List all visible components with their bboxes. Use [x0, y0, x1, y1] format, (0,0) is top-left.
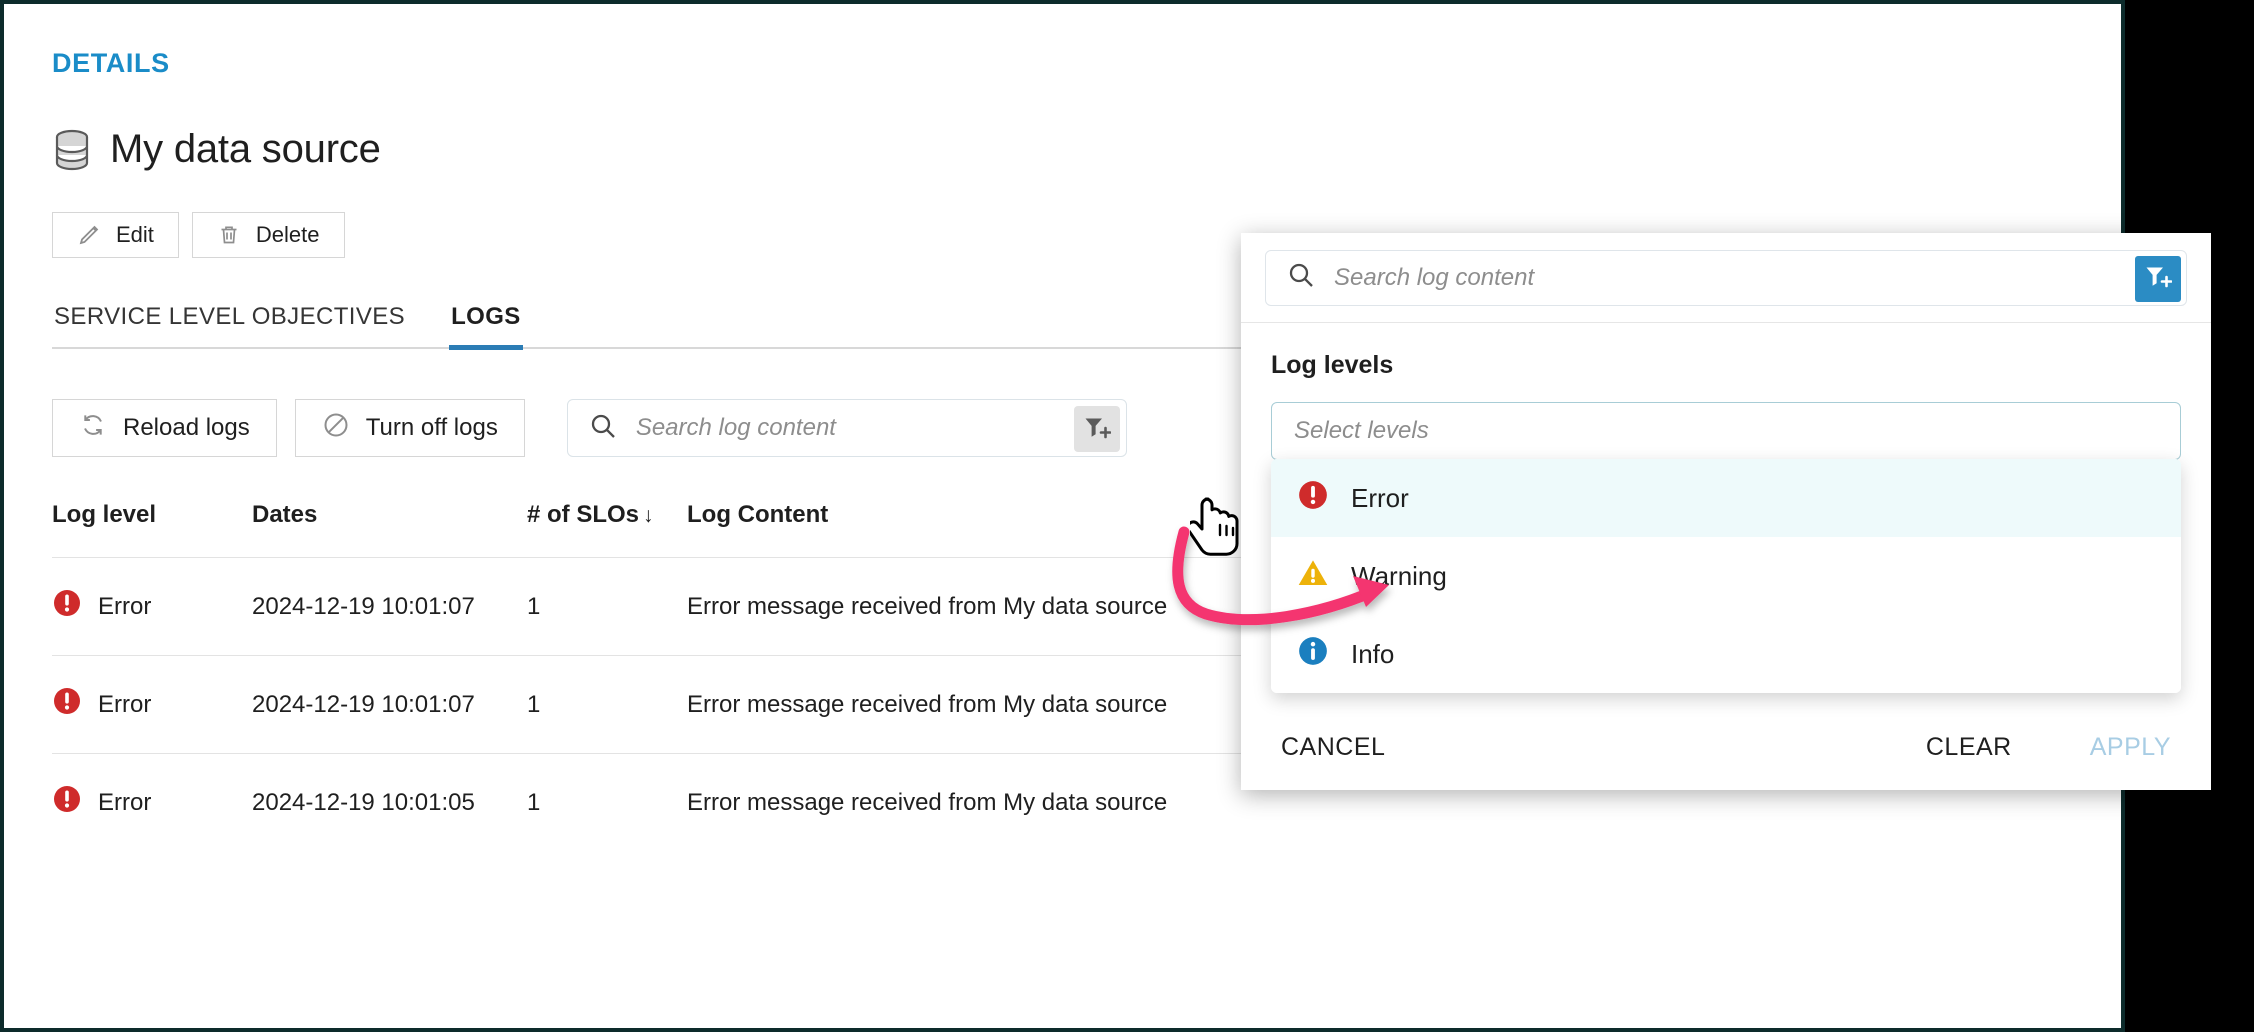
delete-button[interactable]: Delete [191, 212, 345, 258]
popup-search-header [1241, 233, 2211, 323]
popup-search-input[interactable] [1332, 250, 2170, 305]
log-level-text: Error [98, 690, 152, 718]
popup-body: Log levels Select levels Error Warning I… [1241, 323, 2211, 693]
level-option-error[interactable]: Error [1271, 459, 2181, 537]
trash-icon [217, 223, 241, 247]
popup-action-bar: CANCEL CLEAR APPLY [1241, 704, 2211, 790]
title-row: My data source [52, 127, 2121, 172]
log-levels-label: Log levels [1271, 351, 1394, 379]
column-header-dates[interactable]: Dates [252, 501, 527, 558]
select-levels-field[interactable]: Select levels [1271, 402, 2181, 460]
sort-descending-icon: ↓ [643, 504, 654, 527]
turn-off-logs-button[interactable]: Turn off logs [294, 399, 525, 457]
apply-button[interactable]: APPLY [2080, 727, 2181, 768]
cell-log-level: Error [52, 753, 252, 851]
column-header-log-level[interactable]: Log level [52, 501, 252, 558]
warning-icon [1297, 557, 1329, 596]
details-section-label: DETAILS [52, 48, 170, 78]
popup-search-container [1265, 249, 2187, 306]
edit-button[interactable]: Edit [52, 212, 179, 258]
tab-logs[interactable]: LOGS [449, 303, 523, 350]
cell-date: 2024-12-19 10:01:05 [252, 753, 527, 851]
edit-button-label: Edit [116, 222, 154, 247]
log-level-text: Error [98, 592, 152, 620]
cell-log-level: Error [52, 655, 252, 754]
cell-log-level: Error [52, 557, 252, 656]
database-icon [52, 129, 92, 171]
level-option-label: Warning [1351, 560, 1447, 591]
popup-filter-toggle-button[interactable] [2135, 255, 2181, 302]
column-header-slos[interactable]: # of SLOs ↓ [527, 501, 687, 558]
reload-logs-label: Reload logs [123, 414, 250, 441]
error-icon [1297, 479, 1329, 518]
cell-slos: 1 [527, 655, 687, 754]
filter-add-icon-button[interactable] [1073, 406, 1120, 452]
log-search-input[interactable] [633, 400, 1110, 456]
clear-button[interactable]: CLEAR [1916, 727, 2022, 768]
select-levels-placeholder: Select levels [1294, 417, 1429, 444]
column-header-slos-label: # of SLOs [527, 501, 640, 528]
error-icon [52, 588, 82, 625]
delete-button-label: Delete [255, 222, 320, 247]
cell-slos: 1 [527, 753, 687, 851]
error-icon [52, 784, 82, 821]
level-option-label: Error [1351, 482, 1409, 513]
error-icon [52, 686, 82, 723]
cell-date: 2024-12-19 10:01:07 [252, 557, 527, 656]
pencil-icon [77, 223, 101, 247]
cell-date: 2024-12-19 10:01:07 [252, 655, 527, 754]
log-level-text: Error [98, 788, 152, 816]
block-icon [322, 411, 350, 446]
reload-logs-button[interactable]: Reload logs [52, 399, 277, 457]
level-option-info[interactable]: Info [1271, 615, 2181, 693]
cancel-button[interactable]: CANCEL [1271, 727, 1395, 768]
level-option-label: Info [1351, 638, 1395, 669]
tab-service-level-objectives[interactable]: SERVICE LEVEL OBJECTIVES [52, 303, 407, 347]
level-option-warning[interactable]: Warning [1271, 537, 2181, 615]
search-icon [1286, 260, 1316, 295]
info-icon [1297, 635, 1329, 674]
log-levels-dropdown: Error Warning Info [1271, 459, 2181, 693]
filter-add-icon [1083, 415, 1112, 444]
refresh-icon [79, 411, 107, 446]
turn-off-logs-label: Turn off logs [365, 414, 498, 441]
cell-slos: 1 [527, 557, 687, 656]
filter-add-icon [2144, 264, 2173, 293]
page-title: My data source [110, 127, 381, 171]
log-filter-popup: Log levels Select levels Error [1241, 233, 2211, 790]
search-icon [588, 411, 618, 446]
log-search-container [566, 399, 1127, 457]
